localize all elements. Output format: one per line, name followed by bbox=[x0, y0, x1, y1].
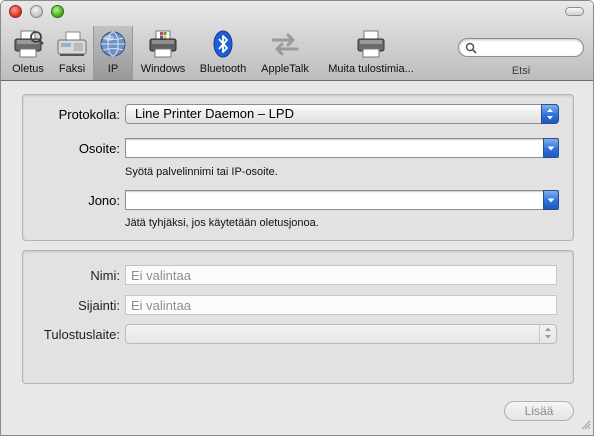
ip-globe-icon bbox=[97, 29, 129, 59]
queue-hint: Jätä tyhjäksi, jos käytetään oletusjonoa… bbox=[125, 217, 319, 229]
location-field[interactable]: Ei valintaa bbox=[125, 295, 557, 315]
printer-info-group: Nimi: Ei valintaa Sijainti: Ei valintaa … bbox=[22, 250, 574, 384]
add-button[interactable]: Lisää bbox=[504, 401, 574, 421]
windows-printer-icon bbox=[147, 29, 179, 59]
toolbar-item-ip[interactable]: IP bbox=[93, 26, 133, 80]
chevron-down-icon[interactable] bbox=[543, 190, 559, 210]
printer-default-icon bbox=[12, 29, 44, 59]
toolbar-toggle-button[interactable] bbox=[565, 7, 584, 16]
minimize-window-button[interactable] bbox=[30, 5, 43, 18]
zoom-window-button[interactable] bbox=[51, 5, 64, 18]
toolbar-item-bluetooth[interactable]: Bluetooth bbox=[195, 26, 251, 78]
toolbar-item-label: Oletus bbox=[12, 63, 44, 75]
appletalk-icon bbox=[269, 29, 301, 59]
address-label: Osoite: bbox=[78, 141, 120, 156]
toolbar-item-fax[interactable]: Faksi bbox=[53, 26, 91, 78]
chevron-down-icon[interactable] bbox=[543, 138, 559, 158]
protocol-popup[interactable]: Line Printer Daemon – LPD bbox=[125, 104, 559, 124]
search-label: Etsi bbox=[511, 65, 531, 77]
search-icon bbox=[465, 42, 477, 57]
address-combobox[interactable] bbox=[125, 138, 559, 158]
protocol-label: Protokolla: bbox=[58, 107, 120, 122]
address-hint: Syötä palvelinnimi tai IP-osoite. bbox=[125, 166, 278, 178]
toolbar-item-label: Muita tulostimia... bbox=[328, 63, 414, 75]
toolbar: Oletus Faksi IP Windows Bluetooth AppleT… bbox=[1, 1, 593, 81]
fax-icon bbox=[56, 29, 88, 59]
add-printer-window: Oletus Faksi IP Windows Bluetooth AppleT… bbox=[0, 0, 594, 436]
resize-grip-icon[interactable] bbox=[580, 419, 591, 433]
name-field[interactable]: Ei valintaa bbox=[125, 265, 557, 285]
toolbar-item-label: Faksi bbox=[58, 63, 86, 75]
toolbar-item-more-printers[interactable]: Muita tulostimia... bbox=[319, 26, 423, 78]
close-window-button[interactable] bbox=[9, 5, 22, 18]
toolbar-item-appletalk[interactable]: AppleTalk bbox=[255, 26, 315, 78]
popup-arrows-icon bbox=[541, 104, 559, 124]
connection-group: Protokolla: Line Printer Daemon – LPD Os… bbox=[22, 94, 574, 241]
name-label: Nimi: bbox=[90, 268, 120, 283]
more-printers-icon bbox=[355, 29, 387, 59]
queue-combobox[interactable] bbox=[125, 190, 559, 210]
print-using-label: Tulostuslaite: bbox=[43, 327, 120, 342]
protocol-value: Line Printer Daemon – LPD bbox=[135, 106, 294, 121]
toolbar-item-label: Windows bbox=[140, 63, 186, 75]
toolbar-item-label: IP bbox=[107, 63, 119, 75]
print-using-popup[interactable] bbox=[125, 324, 557, 344]
queue-label: Jono: bbox=[88, 193, 120, 208]
search-field[interactable] bbox=[458, 38, 584, 57]
location-label: Sijainti: bbox=[78, 298, 120, 313]
toolbar-item-label: AppleTalk bbox=[261, 63, 309, 75]
toolbar-item-windows[interactable]: Windows bbox=[137, 26, 189, 78]
popup-arrows-icon bbox=[539, 324, 557, 344]
toolbar-item-default[interactable]: Oletus bbox=[5, 26, 51, 78]
toolbar-item-label: Bluetooth bbox=[199, 63, 247, 75]
bluetooth-icon bbox=[207, 29, 239, 59]
